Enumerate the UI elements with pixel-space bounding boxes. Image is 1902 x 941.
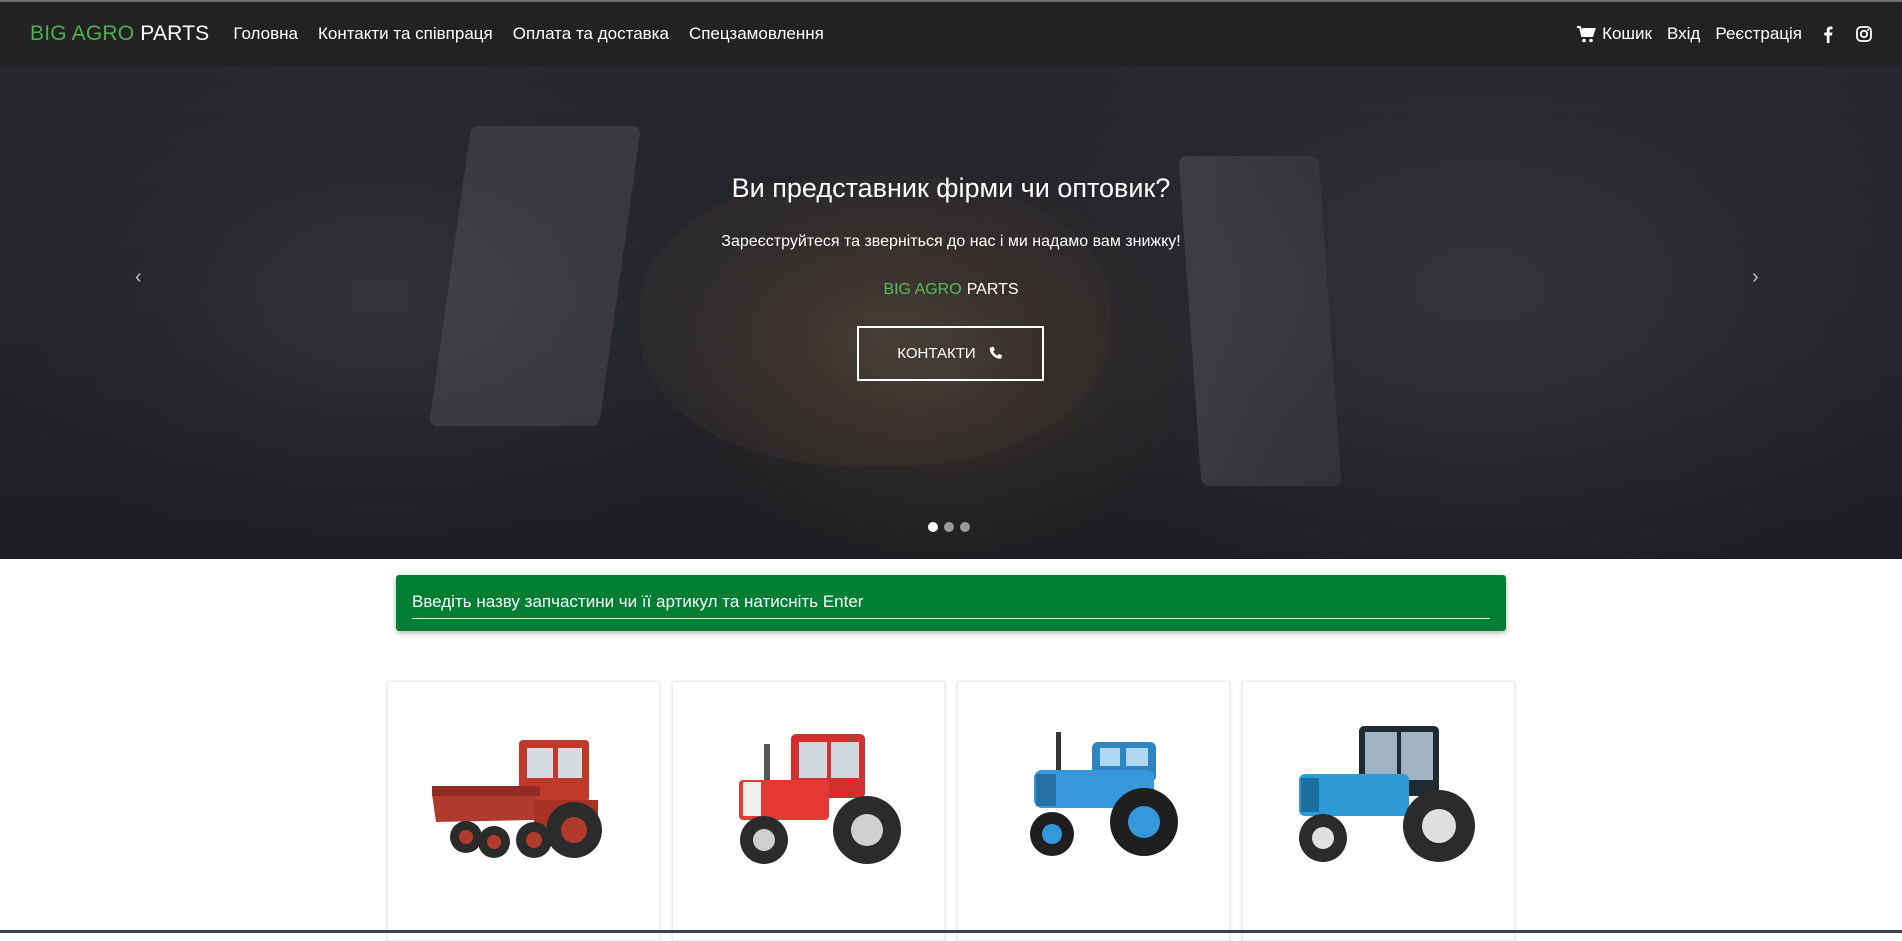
cart-icon [1577, 25, 1596, 43]
nav-link-contacts[interactable]: Контакти та співпраця [318, 24, 493, 44]
contacts-button[interactable]: КОНТАКТИ [857, 326, 1044, 381]
contacts-button-label: КОНТАКТИ [897, 345, 976, 362]
category-card[interactable] [672, 681, 945, 941]
instagram-icon[interactable] [1856, 26, 1872, 42]
top-navbar: BIG AGRO PARTS Головна Контакти та співп… [0, 0, 1902, 66]
phone-icon [988, 346, 1004, 362]
register-link[interactable]: Реєстрація [1715, 24, 1802, 44]
hero-title: Ви представник фірми чи оптовик? [731, 173, 1171, 203]
carousel-indicator-3[interactable] [960, 522, 970, 532]
category-cards [387, 681, 1515, 941]
cart-label: Кошик [1602, 24, 1652, 43]
brand-part2: PARTS [140, 22, 210, 45]
brand-part1: BIG AGRO [30, 22, 135, 45]
red-tractor-image [739, 734, 901, 864]
carousel-indicator-2[interactable] [944, 522, 954, 532]
search-input[interactable] [412, 585, 1490, 619]
blue-modern-tractor-image [1299, 726, 1475, 862]
main-menu: Головна Контакти та співпраця Оплата та … [233, 24, 823, 44]
hero-overlay [0, 66, 1902, 559]
carousel-next-button[interactable]: › [1752, 266, 1759, 289]
cart-link[interactable]: Кошик [1577, 24, 1652, 44]
carousel-prev-button[interactable]: ‹ [135, 266, 142, 289]
brand-logo[interactable]: BIG AGRO PARTS [30, 22, 209, 46]
red-self-propelled-chassis-tractor-image [432, 740, 602, 858]
category-card[interactable] [957, 681, 1230, 941]
category-card[interactable] [1242, 681, 1515, 941]
hero-brand: BIG AGRO PARTS [0, 281, 1902, 299]
carousel-indicators [928, 522, 970, 532]
nav-link-home[interactable]: Головна [233, 24, 298, 44]
carousel-indicator-1[interactable] [928, 522, 938, 532]
user-menu: Кошик Вхід Реєстрація [1577, 24, 1872, 44]
login-link[interactable]: Вхід [1667, 24, 1700, 44]
nav-link-payment-delivery[interactable]: Оплата та доставка [513, 24, 669, 44]
search-box [396, 575, 1506, 631]
blue-vintage-tractor-image [1030, 732, 1178, 856]
nav-link-special-order[interactable]: Спецзамовлення [689, 24, 824, 44]
hero-carousel: Ви представник фірми чи оптовик? Зареєст… [0, 66, 1902, 559]
hero-subtitle: Зареєструйтеся та зверніться до нас і ми… [721, 233, 1181, 250]
hero-brand-part1: BIG AGRO [883, 281, 962, 298]
category-card[interactable] [387, 681, 660, 941]
hero-brand-part2: PARTS [966, 281, 1019, 298]
facebook-icon[interactable] [1823, 26, 1833, 43]
